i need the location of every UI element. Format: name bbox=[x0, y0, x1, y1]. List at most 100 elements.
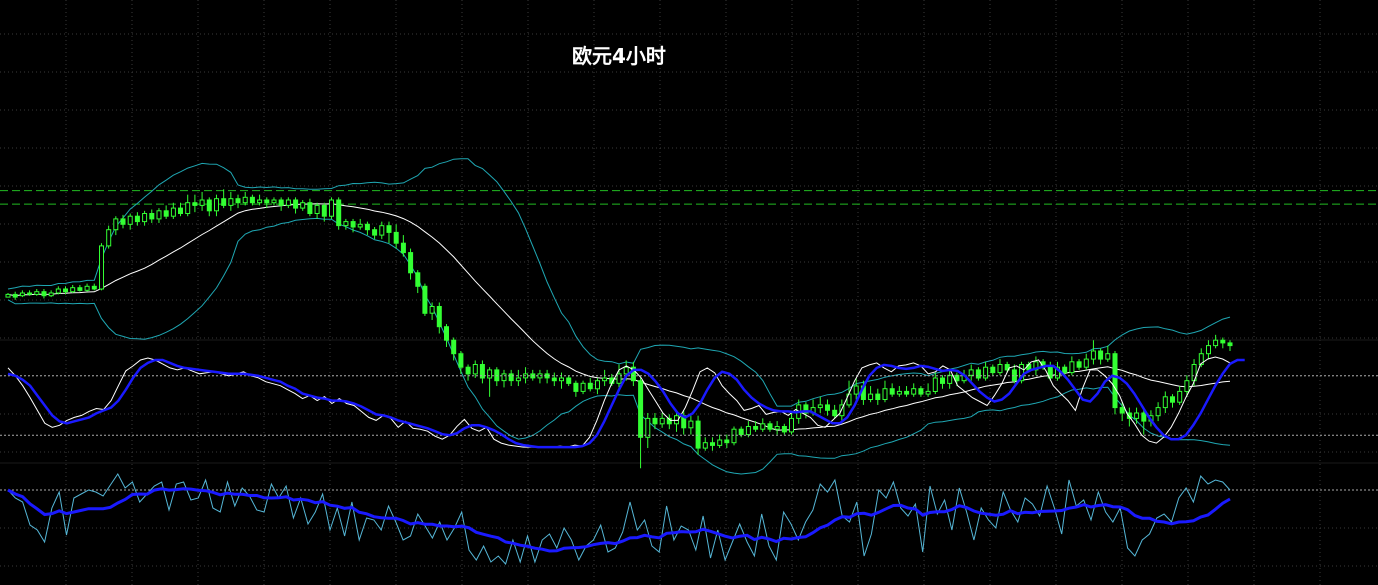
candle bbox=[221, 189, 227, 209]
candle bbox=[300, 200, 306, 211]
candle-body bbox=[127, 215, 133, 225]
candle bbox=[336, 197, 342, 230]
candle-body bbox=[882, 388, 888, 401]
candle-body bbox=[645, 417, 651, 438]
candle-body bbox=[415, 272, 421, 287]
candle bbox=[329, 197, 334, 219]
candle-body bbox=[19, 292, 25, 297]
candle-body bbox=[41, 291, 47, 297]
chart-container: 欧元4小时 bbox=[0, 0, 1378, 585]
candle bbox=[630, 361, 636, 387]
candle bbox=[645, 413, 651, 449]
candle bbox=[408, 248, 414, 280]
candle-body bbox=[257, 199, 263, 204]
candle-body bbox=[1098, 350, 1104, 360]
candle bbox=[896, 386, 902, 397]
candle-body bbox=[235, 198, 241, 204]
candle bbox=[1170, 394, 1175, 408]
candle-body bbox=[364, 223, 370, 231]
candle bbox=[436, 302, 442, 334]
candle-body bbox=[142, 213, 148, 223]
candle-body bbox=[214, 198, 219, 212]
candle bbox=[185, 194, 191, 217]
candle-body bbox=[638, 380, 644, 438]
bollinger-lower-band bbox=[7, 217, 1231, 475]
candle bbox=[781, 423, 787, 435]
candle bbox=[19, 290, 25, 298]
candle-body bbox=[1090, 350, 1096, 360]
candle-body bbox=[149, 213, 155, 220]
candle-body bbox=[1083, 358, 1089, 368]
candle bbox=[530, 369, 536, 381]
candle-body bbox=[5, 293, 11, 298]
candle-body bbox=[487, 369, 493, 379]
candle bbox=[170, 202, 176, 219]
candle bbox=[307, 198, 313, 217]
candle bbox=[1162, 391, 1168, 413]
candle-body bbox=[429, 306, 435, 314]
candle bbox=[415, 270, 421, 294]
candle-body bbox=[249, 196, 255, 204]
candle bbox=[789, 413, 794, 435]
candle bbox=[1155, 402, 1161, 422]
candle bbox=[710, 437, 715, 451]
candle-body bbox=[817, 404, 823, 409]
candle bbox=[724, 434, 730, 449]
candle bbox=[940, 375, 945, 389]
candle-body bbox=[904, 390, 910, 395]
candle bbox=[767, 421, 773, 432]
candle-body bbox=[242, 196, 248, 204]
candle-body bbox=[595, 380, 600, 390]
oscillator-panel bbox=[0, 473, 1378, 565]
candle-body bbox=[271, 199, 277, 204]
candle-body bbox=[932, 377, 938, 392]
candle bbox=[55, 286, 61, 295]
candle-body bbox=[1069, 361, 1075, 374]
candle bbox=[968, 364, 974, 381]
candle-body bbox=[997, 364, 1003, 374]
candle bbox=[357, 218, 363, 230]
candle bbox=[12, 291, 18, 300]
candle-body bbox=[738, 428, 744, 436]
candle-body bbox=[408, 252, 414, 274]
candle-body bbox=[293, 199, 299, 209]
candle bbox=[444, 324, 449, 347]
candle bbox=[659, 413, 665, 428]
candle-body bbox=[458, 353, 464, 368]
candle-body bbox=[559, 377, 564, 382]
candle bbox=[975, 367, 981, 381]
candle-body bbox=[767, 423, 773, 430]
candle-body bbox=[386, 225, 392, 233]
candle-body bbox=[1105, 353, 1111, 360]
candle-body bbox=[264, 199, 270, 204]
candle-body bbox=[357, 223, 363, 228]
candle-body bbox=[968, 369, 974, 376]
candle-body bbox=[652, 417, 658, 425]
candle-body bbox=[221, 198, 227, 206]
candle-body bbox=[99, 245, 104, 290]
candle-body bbox=[1134, 412, 1140, 419]
candle bbox=[508, 369, 514, 387]
candle bbox=[1033, 356, 1039, 376]
candle bbox=[1083, 353, 1089, 370]
candle-body bbox=[918, 388, 924, 395]
stochastic-k-line bbox=[7, 356, 1231, 448]
candle-body bbox=[659, 417, 665, 425]
candle-body bbox=[113, 218, 119, 231]
candle bbox=[717, 434, 723, 449]
candle bbox=[242, 191, 248, 206]
candle-body bbox=[120, 218, 126, 225]
chart-title: 欧元4小时 bbox=[572, 44, 666, 68]
candle-body bbox=[566, 377, 572, 384]
candle-body bbox=[185, 202, 191, 214]
candle bbox=[422, 283, 428, 316]
candle-body bbox=[825, 404, 830, 411]
candle-body bbox=[307, 202, 313, 214]
candle bbox=[1112, 351, 1118, 415]
candle-body bbox=[925, 390, 931, 395]
candle-body bbox=[1184, 380, 1190, 393]
candle-body bbox=[551, 377, 557, 382]
candle bbox=[285, 197, 291, 209]
candle-body bbox=[163, 210, 169, 217]
candle bbox=[1227, 340, 1233, 351]
